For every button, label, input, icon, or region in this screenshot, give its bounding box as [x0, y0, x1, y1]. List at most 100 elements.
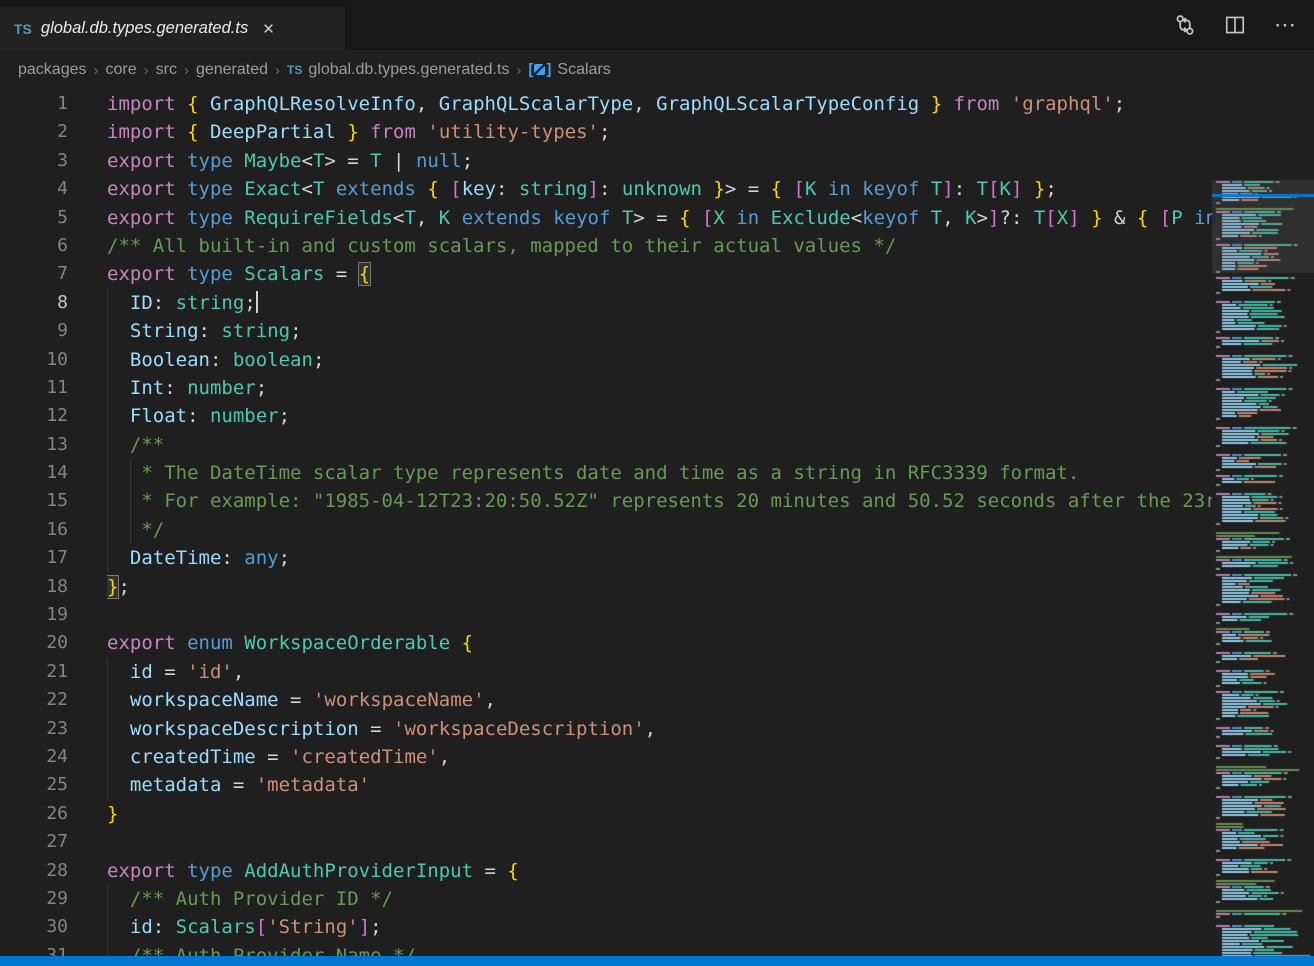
code-line[interactable]: 10 Boolean: boolean;: [0, 346, 1314, 374]
code-text: Float: number;: [107, 402, 1212, 430]
line-number: 11: [0, 374, 68, 402]
line-number: 2: [0, 118, 68, 146]
code-lines: 1 import { GraphQLResolveInfo, GraphQLSca…: [0, 90, 1314, 966]
code-text: export type AddAuthProviderInput = {: [107, 857, 1212, 885]
breadcrumb-symbol[interactable]: []Scalars: [528, 61, 610, 79]
code-line[interactable]: 6/** All built-in and custom scalars, ma…: [0, 232, 1314, 260]
code-line[interactable]: 22 workspaceName = 'workspaceName',: [0, 686, 1314, 714]
line-number: 20: [0, 629, 68, 657]
line-number: 5: [0, 204, 68, 232]
editor-tab[interactable]: TS global.db.types.generated.ts ✕: [0, 7, 345, 50]
code-text: export type Exact<T extends { [key: stri…: [107, 175, 1212, 203]
code-line[interactable]: 3export type Maybe<T> = T | null;: [0, 147, 1314, 175]
line-number: 14: [0, 459, 68, 487]
code-line[interactable]: 15 * For example: "1985-04-12T23:20:50.5…: [0, 487, 1314, 515]
line-number: 30: [0, 913, 68, 941]
typescript-file-icon: TS: [14, 21, 32, 37]
line-number: 7: [0, 260, 68, 288]
line-number: 6: [0, 232, 68, 260]
line-number: 21: [0, 658, 68, 686]
code-text: ID: string;: [107, 289, 1212, 317]
code-text: };: [107, 573, 1212, 601]
line-number: 16: [0, 516, 68, 544]
code-text: createdTime = 'createdTime',: [107, 743, 1212, 771]
code-text: String: string;: [107, 317, 1212, 345]
breadcrumb-item[interactable]: core: [106, 61, 137, 79]
code-line[interactable]: 24 createdTime = 'createdTime',: [0, 743, 1314, 771]
vscode-window: TS global.db.types.generated.ts ✕: [0, 0, 1314, 966]
symbol-type-icon: []: [528, 61, 551, 78]
breadcrumb-item[interactable]: packages: [18, 61, 87, 79]
line-number: 8: [0, 289, 68, 317]
close-tab-icon[interactable]: ✕: [262, 20, 275, 38]
code-text: /**: [107, 431, 1212, 459]
code-text: export type Scalars = {: [107, 260, 1212, 288]
more-actions-icon[interactable]: ⋯: [1274, 14, 1296, 36]
code-line[interactable]: 11 Int: number;: [0, 374, 1314, 402]
line-number: 3: [0, 147, 68, 175]
breadcrumb-item[interactable]: src: [156, 61, 177, 79]
code-text: workspaceDescription = 'workspaceDescrip…: [107, 715, 1212, 743]
breadcrumb-separator: ›: [144, 62, 149, 79]
code-line[interactable]: 8 ID: string;: [0, 289, 1314, 317]
code-text: Boolean: boolean;: [107, 346, 1212, 374]
code-line[interactable]: 9 String: string;: [0, 317, 1314, 345]
code-line[interactable]: 30 id: Scalars['String'];: [0, 913, 1314, 941]
line-number: 27: [0, 828, 68, 856]
code-line[interactable]: 28 export type AddAuthProviderInput = {: [0, 857, 1314, 885]
line-number: 29: [0, 885, 68, 913]
tab-title: global.db.types.generated.ts: [41, 19, 248, 38]
code-text: export type RequireFields<T, K extends k…: [107, 204, 1212, 232]
code-text: * For example: "1985-04-12T23:20:50.52Z"…: [107, 487, 1212, 515]
code-line[interactable]: 1 import { GraphQLResolveInfo, GraphQLSca…: [0, 90, 1314, 118]
code-text: import { GraphQLResolveInfo, GraphQLScal…: [107, 90, 1212, 118]
code-line[interactable]: 5 export type RequireFields<T, K extends …: [0, 204, 1314, 232]
typescript-file-icon: TS: [287, 63, 302, 77]
code-line[interactable]: 17 DateTime: any;: [0, 544, 1314, 572]
open-changes-icon[interactable]: [1174, 14, 1196, 36]
line-number: 24: [0, 743, 68, 771]
code-text: import { DeepPartial } from 'utility-typ…: [107, 118, 1212, 146]
code-line[interactable]: 25 metadata = 'metadata': [0, 771, 1314, 799]
breadcrumb-separator: ›: [516, 62, 521, 79]
breadcrumb-file[interactable]: TSglobal.db.types.generated.ts: [287, 61, 509, 79]
code-line[interactable]: 21 id = 'id',: [0, 658, 1314, 686]
breadcrumb-separator: ›: [94, 62, 99, 79]
line-number: 4: [0, 175, 68, 203]
breadcrumb-separator: ›: [184, 62, 189, 79]
minimap[interactable]: [1212, 180, 1314, 966]
code-line[interactable]: 12 Float: number;: [0, 402, 1314, 430]
code-text: }: [107, 800, 1212, 828]
code-line[interactable]: 20export enum WorkspaceOrderable {: [0, 629, 1314, 657]
code-text: [107, 828, 1212, 856]
code-line[interactable]: 27: [0, 828, 1314, 856]
code-line[interactable]: 16 */: [0, 516, 1314, 544]
code-line[interactable]: 4 export type Exact<T extends { [key: str…: [0, 175, 1314, 203]
tab-bar: TS global.db.types.generated.ts ✕: [0, 0, 1314, 50]
code-line[interactable]: 14 * The DateTime scalar type represents…: [0, 459, 1314, 487]
code-line[interactable]: 2 import { DeepPartial } from 'utility-ty…: [0, 118, 1314, 146]
breadcrumb-separator: ›: [275, 62, 280, 79]
code-text: /** Auth Provider ID */: [107, 885, 1212, 913]
line-number: 9: [0, 317, 68, 345]
line-number: 1: [0, 90, 68, 118]
code-line[interactable]: 29 /** Auth Provider ID */: [0, 885, 1314, 913]
code-text: id: Scalars['String'];: [107, 913, 1212, 941]
breadcrumb-item[interactable]: generated: [196, 61, 268, 79]
split-editor-icon[interactable]: [1224, 14, 1246, 36]
text-cursor: [256, 291, 258, 313]
code-line[interactable]: 13 /**: [0, 431, 1314, 459]
code-line[interactable]: 23 workspaceDescription = 'workspaceDesc…: [0, 715, 1314, 743]
code-editor[interactable]: 1 import { GraphQLResolveInfo, GraphQLSca…: [0, 90, 1314, 966]
code-line[interactable]: 26}: [0, 800, 1314, 828]
line-number: 12: [0, 402, 68, 430]
code-text: workspaceName = 'workspaceName',: [107, 686, 1212, 714]
code-line[interactable]: 7 export type Scalars = {: [0, 260, 1314, 288]
status-bar: [0, 956, 1314, 966]
code-text: */: [107, 516, 1212, 544]
line-number: 28: [0, 857, 68, 885]
code-line[interactable]: 18};: [0, 573, 1314, 601]
line-number: 10: [0, 346, 68, 374]
code-line[interactable]: 19: [0, 601, 1314, 629]
code-text: [107, 601, 1212, 629]
